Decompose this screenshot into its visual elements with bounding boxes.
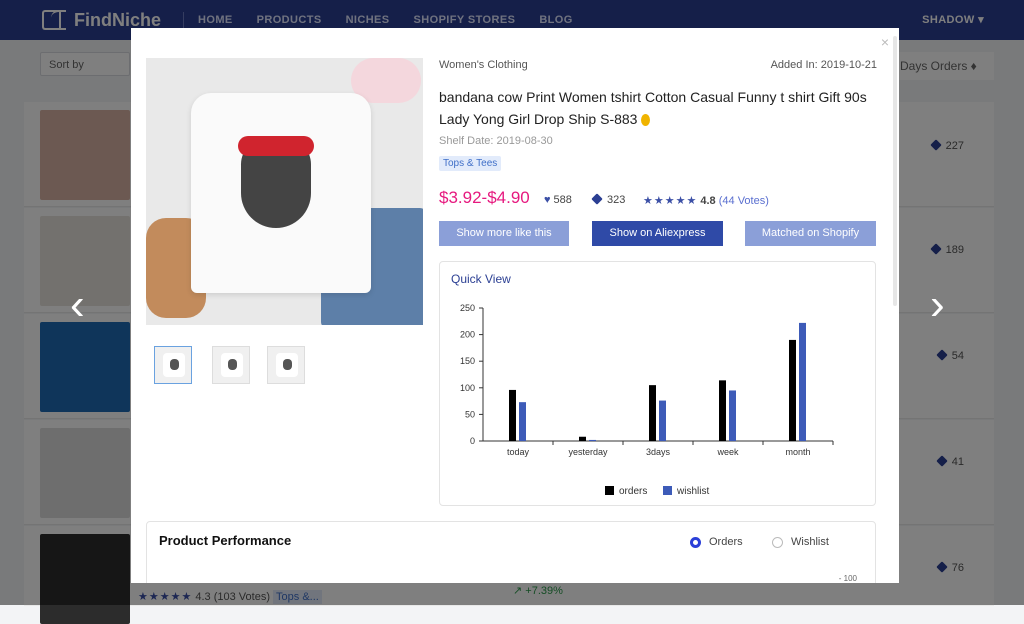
orders-radio-label: Orders bbox=[709, 536, 743, 548]
category-tag[interactable]: Tops & Tees bbox=[439, 156, 502, 171]
y-tick-label: 200 bbox=[460, 330, 475, 340]
rating-stars-icon: ★★★★★ bbox=[643, 195, 698, 207]
x-tick-label: 3days bbox=[646, 447, 671, 457]
bar-wishlist bbox=[729, 390, 736, 441]
performance-title: Product Performance bbox=[159, 533, 292, 548]
y-tick-label: 150 bbox=[460, 356, 475, 366]
medal-icon bbox=[641, 114, 651, 127]
performance-axis-label: - 100 bbox=[838, 574, 857, 583]
product-main-image bbox=[146, 58, 423, 325]
rating-stat: ★★★★★ 4.8 (44 Votes) bbox=[643, 194, 769, 207]
bar-wishlist bbox=[589, 439, 596, 441]
price-range: $3.92-$4.90 bbox=[439, 188, 530, 207]
likes-count: 588 bbox=[553, 194, 572, 206]
bar-wishlist bbox=[659, 400, 666, 441]
image-thumbnail-2[interactable] bbox=[212, 346, 250, 384]
previous-arrow-icon[interactable]: ‹ bbox=[70, 283, 85, 327]
radio-selected-icon bbox=[690, 536, 701, 548]
bar-orders bbox=[649, 385, 656, 441]
tags-stat: 323 bbox=[591, 193, 626, 206]
close-icon[interactable]: × bbox=[881, 34, 889, 50]
legend-swatch-orders bbox=[605, 486, 614, 495]
bar-orders bbox=[579, 436, 586, 441]
product-category: Women's Clothing bbox=[439, 59, 528, 71]
matched-on-shopify-button[interactable]: Matched on Shopify bbox=[745, 221, 876, 246]
bar-orders bbox=[719, 380, 726, 441]
wishlist-radio[interactable]: Wishlist bbox=[772, 536, 829, 548]
radio-unselected-icon bbox=[772, 536, 783, 548]
x-tick-label: month bbox=[785, 447, 810, 457]
bar-orders bbox=[789, 339, 796, 441]
quick-view-chart: 0 50 100 150 200 250 today yesterday 3days week mo… bbox=[460, 303, 834, 497]
product-title: bandana cow Print Women tshirt Cotton Ca… bbox=[439, 89, 867, 127]
next-arrow-icon[interactable]: › bbox=[930, 283, 945, 327]
bar-wishlist bbox=[519, 402, 526, 441]
show-on-aliexpress-button[interactable]: Show on Aliexpress bbox=[592, 221, 723, 246]
legend-label-wishlist: wishlist bbox=[676, 486, 709, 497]
product-detail-modal: × Women's Clothing Added In: 2019-10-21 … bbox=[131, 28, 899, 583]
y-tick-label: 50 bbox=[465, 409, 475, 419]
legend-label-orders: orders bbox=[619, 486, 647, 497]
votes-count[interactable]: (44 Votes) bbox=[719, 195, 769, 207]
modal-scrollbar[interactable] bbox=[893, 36, 897, 306]
heart-icon: ♥ bbox=[544, 194, 551, 206]
bar-wishlist bbox=[799, 322, 806, 441]
y-tick-label: 0 bbox=[470, 436, 475, 446]
bandana-print bbox=[238, 136, 314, 156]
legend-swatch-wishlist bbox=[663, 486, 672, 495]
wishlist-radio-label: Wishlist bbox=[791, 536, 829, 548]
y-tick-label: 250 bbox=[460, 303, 475, 313]
show-more-like-this-button[interactable]: Show more like this bbox=[439, 221, 569, 246]
product-performance-card: Product Performance Orders Wishlist - 10… bbox=[146, 521, 876, 583]
image-thumbnail-3[interactable] bbox=[267, 346, 305, 384]
orders-radio[interactable]: Orders bbox=[690, 536, 743, 548]
tag-icon bbox=[591, 193, 603, 205]
x-tick-label: today bbox=[507, 447, 530, 457]
rating-value: 4.8 bbox=[700, 195, 716, 207]
likes-stat: ♥ 588 bbox=[544, 194, 572, 206]
tags-count: 323 bbox=[607, 194, 626, 206]
quick-view-card: Quick View 0 50 100 150 200 250 today yesterday… bbox=[439, 261, 876, 506]
y-tick-label: 100 bbox=[460, 383, 475, 393]
x-tick-label: week bbox=[716, 447, 739, 457]
image-thumbnail-1[interactable] bbox=[154, 346, 192, 384]
x-tick-label: yesterday bbox=[568, 447, 608, 457]
added-date: Added In: 2019-10-21 bbox=[770, 59, 877, 71]
bar-orders bbox=[509, 389, 516, 441]
shelf-date: Shelf Date: 2019-08-30 bbox=[439, 135, 553, 147]
